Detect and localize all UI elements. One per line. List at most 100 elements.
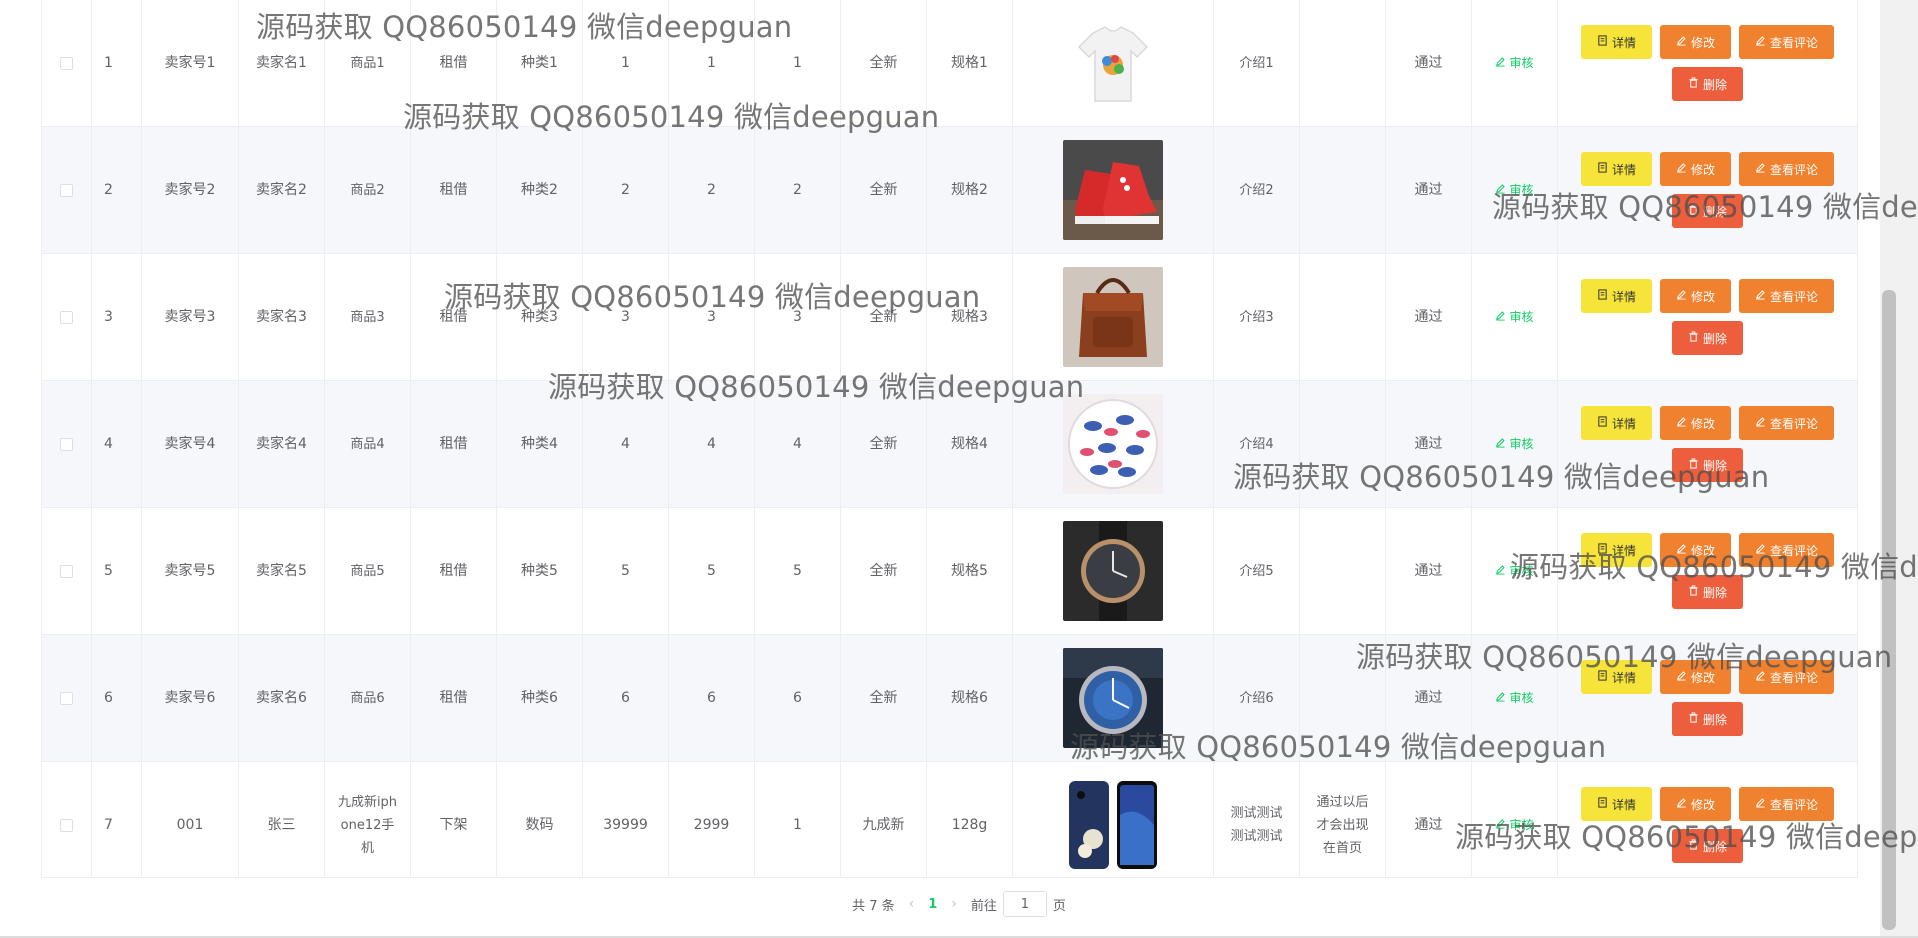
edit-icon — [1676, 162, 1687, 176]
product-image-watch-blue[interactable] — [1063, 648, 1163, 748]
cell-v2: 2999 — [669, 762, 755, 877]
goto-prefix: 前往 — [970, 898, 997, 914]
cell-text-category: 种类1 — [521, 54, 558, 71]
cell-text-v1: 6 — [621, 689, 630, 706]
actions-row-top: 详情 修改 查看评论 — [1581, 25, 1834, 59]
next-page-icon[interactable]: › — [951, 896, 957, 912]
cell-text-seller-name: 张三 — [267, 816, 296, 833]
audit-button[interactable]: 审核 — [1495, 687, 1534, 710]
trash-icon — [1688, 712, 1699, 726]
delete-button[interactable]: 删除 — [1672, 702, 1743, 736]
actions-row-bottom: 删除 — [1672, 448, 1743, 482]
edit-button[interactable]: 修改 — [1660, 660, 1731, 694]
audit-button[interactable]: 审核 — [1495, 560, 1534, 583]
cell-text-mode: 下架 — [439, 816, 468, 833]
cell-v1: 4 — [583, 381, 669, 507]
delete-button[interactable]: 删除 — [1672, 575, 1743, 609]
cell-category: 种类2 — [497, 127, 583, 253]
detail-button[interactable]: 详情 — [1581, 787, 1652, 821]
delete-button[interactable]: 删除 — [1672, 194, 1743, 228]
cell-text-v3: 3 — [793, 308, 802, 325]
cell-text-status: 通过 — [1414, 435, 1443, 452]
edit-icon — [1495, 687, 1506, 710]
edit-button[interactable]: 修改 — [1660, 406, 1731, 440]
cell-text-condition: 九成新 — [862, 816, 905, 833]
cell-text-intro: 介绍6 — [1239, 690, 1274, 706]
audit-button[interactable]: 审核 — [1495, 52, 1534, 75]
product-image-candy[interactable] — [1063, 394, 1163, 494]
detail-button[interactable]: 详情 — [1581, 279, 1652, 313]
product-image-watch[interactable] — [1063, 521, 1163, 621]
edit-button-label: 修改 — [1690, 416, 1715, 431]
row-checkbox[interactable] — [60, 437, 73, 451]
delete-button[interactable]: 删除 — [1672, 829, 1743, 863]
cell-v2: 3 — [669, 254, 755, 380]
cell-text-condition: 全新 — [869, 54, 898, 71]
delete-button-label: 删除 — [1702, 77, 1727, 92]
row-checkbox[interactable] — [60, 818, 73, 832]
product-image-shoes[interactable] — [1063, 140, 1163, 240]
edit-button[interactable]: 修改 — [1660, 279, 1731, 313]
detail-button[interactable]: 详情 — [1581, 152, 1652, 186]
product-image-bag[interactable] — [1063, 267, 1163, 367]
cell-text-v2: 5 — [707, 562, 716, 579]
edit-button[interactable]: 修改 — [1660, 25, 1731, 59]
cell-text-condition: 全新 — [869, 181, 898, 198]
delete-button[interactable]: 删除 — [1672, 67, 1743, 101]
table-row: 5 卖家号5 卖家名5 商品5 租借 种类5 5 5 5 全新 规格5 介绍5 通过 审核 详情 修改 查看评论… — [42, 508, 1857, 635]
edit-button[interactable]: 修改 — [1660, 533, 1731, 567]
cell-intro: 介绍2 — [1214, 127, 1300, 253]
prev-page-icon[interactable]: ‹ — [909, 896, 915, 912]
view-comments-button[interactable]: 查看评论 — [1739, 406, 1834, 440]
cell-product: 商品4 — [325, 381, 411, 507]
cell-mode: 租借 — [411, 254, 497, 380]
row-checkbox[interactable] — [60, 691, 73, 705]
view-comments-button[interactable]: 查看评论 — [1739, 660, 1834, 694]
document-icon — [1597, 543, 1608, 557]
cell-text-category: 种类3 — [521, 308, 558, 325]
audit-button[interactable]: 审核 — [1495, 814, 1534, 837]
audit-cell: 审核 — [1472, 381, 1558, 507]
cell-index: 5 — [92, 508, 142, 634]
detail-button[interactable]: 详情 — [1581, 406, 1652, 440]
cell-status: 通过 — [1386, 762, 1472, 877]
row-checkbox[interactable] — [60, 310, 73, 324]
detail-button[interactable]: 详情 — [1581, 660, 1652, 694]
cell-category: 种类1 — [497, 0, 583, 126]
edit-button-label: 修改 — [1690, 162, 1715, 177]
trash-icon — [1688, 331, 1699, 345]
page-number-current[interactable]: 1 — [928, 897, 937, 912]
view-comments-button[interactable]: 查看评论 — [1739, 152, 1834, 186]
view-comments-button[interactable]: 查看评论 — [1739, 279, 1834, 313]
audit-button[interactable]: 审核 — [1495, 433, 1534, 456]
cell-mode: 租借 — [411, 127, 497, 253]
image-cell — [1013, 381, 1214, 507]
edit-button[interactable]: 修改 — [1660, 152, 1731, 186]
audit-button[interactable]: 审核 — [1495, 179, 1534, 202]
goto-page-input[interactable] — [1002, 891, 1047, 917]
audit-button[interactable]: 审核 — [1495, 306, 1534, 329]
scrollbar-thumb[interactable] — [1882, 290, 1896, 930]
cell-text-seller-name: 卖家名3 — [256, 308, 307, 325]
cell-intro: 介绍6 — [1214, 635, 1300, 761]
product-image-phone[interactable] — [1063, 775, 1163, 875]
detail-button[interactable]: 详情 — [1581, 25, 1652, 59]
view-comments-button[interactable]: 查看评论 — [1739, 787, 1834, 821]
detail-button[interactable]: 详情 — [1581, 533, 1652, 567]
delete-button[interactable]: 删除 — [1672, 321, 1743, 355]
cell-text-intro: 介绍1 — [1239, 55, 1274, 71]
edit-button[interactable]: 修改 — [1660, 787, 1731, 821]
row-checkbox[interactable] — [60, 183, 73, 197]
actions-row-top: 详情 修改 查看评论 — [1581, 152, 1834, 186]
cell-text-seller-no: 卖家号1 — [164, 54, 216, 71]
view-comments-button[interactable]: 查看评论 — [1739, 25, 1834, 59]
row-checkbox[interactable] — [60, 56, 73, 70]
detail-button-label: 详情 — [1611, 35, 1636, 50]
delete-button[interactable]: 删除 — [1672, 448, 1743, 482]
view-comments-button[interactable]: 查看评论 — [1739, 533, 1834, 567]
product-image-tshirt[interactable] — [1063, 13, 1163, 113]
cell-seller-name: 卖家名2 — [239, 127, 325, 253]
row-checkbox[interactable] — [60, 564, 73, 578]
cell-text-v2: 2999 — [693, 816, 730, 833]
cell-product: 商品6 — [325, 635, 411, 761]
